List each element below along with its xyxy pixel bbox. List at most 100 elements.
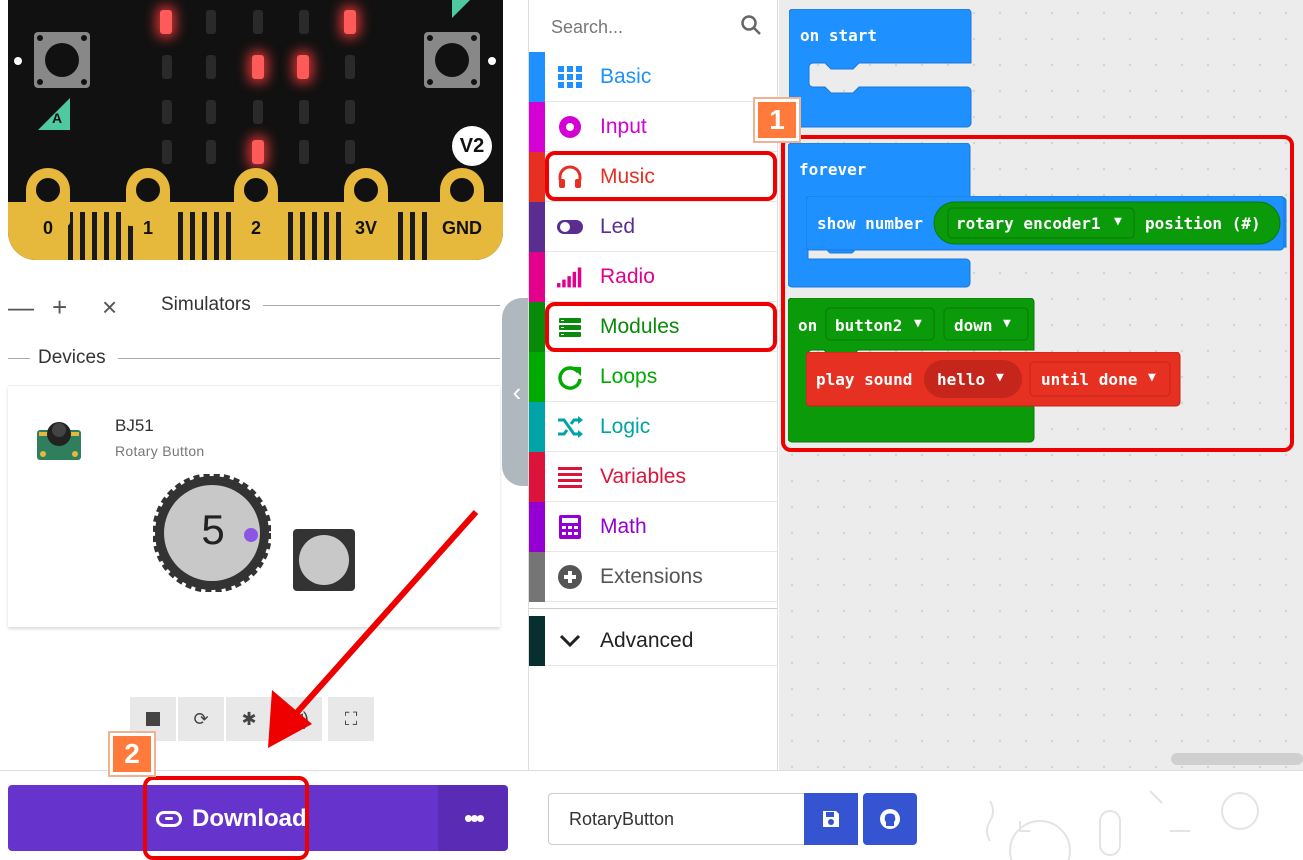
led — [252, 55, 264, 79]
category-input[interactable]: Input — [529, 102, 777, 152]
led — [206, 140, 216, 164]
led — [162, 55, 172, 79]
led — [297, 55, 309, 79]
chevron-left-icon: ‹ — [512, 376, 522, 407]
led — [160, 10, 172, 34]
project-name-input[interactable]: RotaryButton — [548, 793, 804, 845]
category-label: Logic — [600, 415, 651, 438]
category-label: Led — [600, 215, 636, 238]
github-icon — [880, 809, 900, 829]
search-icon[interactable] — [740, 14, 762, 36]
led — [299, 100, 309, 124]
highlight-code — [781, 135, 1294, 452]
save-button[interactable] — [804, 793, 858, 845]
led — [299, 10, 309, 34]
category-logic[interactable]: Logic — [529, 402, 777, 452]
device-subtitle: Rotary Button — [115, 443, 205, 459]
signal-bars-icon — [557, 267, 582, 288]
advanced-label: Advanced — [600, 629, 694, 652]
simulator-toolbar: ⟳ ✱ ◁) ⛶ — [130, 697, 376, 741]
led — [344, 10, 356, 34]
debug-icon[interactable]: ✱ — [226, 697, 272, 741]
led — [299, 140, 309, 164]
category-radio[interactable]: Radio — [529, 252, 777, 302]
mute-icon[interactable]: ◁) — [276, 697, 322, 741]
grid-icon — [558, 66, 582, 88]
category-label: Extensions — [600, 565, 703, 588]
category-led[interactable]: Led — [529, 202, 777, 252]
version-badge: V2 — [452, 126, 492, 166]
toolbox: Search... Basic Input Music Led Radio Mo… — [528, 0, 778, 770]
led — [252, 140, 264, 164]
category-label: Input — [600, 115, 647, 138]
category-variables[interactable]: Variables — [529, 452, 777, 502]
toggle-icon — [557, 220, 583, 234]
step-badge-1: 1 — [755, 99, 799, 141]
led — [162, 140, 172, 164]
led — [206, 10, 216, 34]
led — [345, 55, 355, 79]
category-loops[interactable]: Loops — [529, 352, 777, 402]
highlight-modules — [545, 302, 777, 352]
loop-icon — [558, 366, 582, 390]
pin-label: 3V — [354, 218, 378, 238]
led — [206, 100, 216, 124]
toolbox-search[interactable]: Search... — [529, 0, 779, 52]
category-basic[interactable]: Basic — [529, 52, 777, 102]
more-options-button[interactable]: ••• — [438, 785, 508, 851]
button-b[interactable] — [424, 32, 480, 88]
github-button[interactable] — [863, 793, 917, 845]
led — [162, 100, 172, 124]
pin-label: 1 — [142, 218, 153, 238]
shuffle-icon — [558, 416, 583, 438]
devices-header: Devices — [8, 345, 500, 369]
category-label: Loops — [600, 365, 658, 388]
microbit-board[interactable]: A V2 0 1 2 3V GND — [8, 0, 503, 260]
target-icon — [559, 116, 581, 138]
restart-icon[interactable]: ⟳ — [178, 697, 224, 741]
button-b-marker — [452, 0, 472, 18]
led — [253, 10, 263, 34]
device-thumbnail-icon — [37, 422, 81, 460]
horizontal-scrollbar[interactable] — [1171, 753, 1303, 765]
plus-circle-icon — [558, 565, 582, 589]
category-label: Math — [600, 515, 647, 538]
led — [206, 55, 216, 79]
board-dot — [488, 57, 496, 65]
led — [345, 100, 355, 124]
fullscreen-icon[interactable]: ⛶ — [328, 697, 374, 741]
close-icon[interactable]: × — [102, 292, 117, 323]
category-math[interactable]: Math — [529, 502, 777, 552]
button-a-label: A — [52, 110, 63, 126]
plus-icon[interactable]: + — [52, 292, 67, 323]
device-card: BJ51 Rotary Button 5 — [8, 385, 500, 627]
list-icon — [558, 467, 582, 488]
category-label: Variables — [600, 465, 686, 488]
device-name: BJ51 — [115, 416, 154, 435]
simulators-label: Simulators — [153, 294, 259, 316]
on-start-label: on start — [800, 26, 878, 45]
category-extensions[interactable]: Extensions — [529, 552, 777, 602]
led — [345, 140, 355, 164]
search-input[interactable]: Search... — [551, 17, 623, 38]
pin-label: 2 — [250, 218, 261, 238]
category-label: Radio — [600, 265, 655, 288]
devices-label: Devices — [38, 347, 106, 368]
pin-label: GND — [442, 218, 482, 238]
chevron-down-icon — [559, 634, 581, 648]
button-a[interactable] — [34, 32, 90, 88]
calculator-icon — [559, 515, 581, 539]
simulators-header: — + × Simulators — [8, 290, 500, 323]
rotary-value: 5 — [201, 506, 225, 553]
category-advanced[interactable]: Advanced — [529, 616, 777, 666]
makecode-editor: A V2 0 1 2 3V GND — + × Simulators Devic… — [0, 0, 1303, 860]
minimize-icon[interactable]: — — [8, 292, 34, 323]
push-button[interactable] — [293, 529, 355, 591]
footer-decoration — [986, 790, 1259, 860]
button-a-marker: A — [38, 98, 70, 130]
highlight-music — [545, 151, 777, 201]
board-dot — [14, 57, 22, 65]
led — [253, 100, 263, 124]
simulator-panel: A V2 0 1 2 3V GND — + × Simulators Devic… — [0, 0, 532, 770]
step-badge-2: 2 — [110, 733, 154, 775]
